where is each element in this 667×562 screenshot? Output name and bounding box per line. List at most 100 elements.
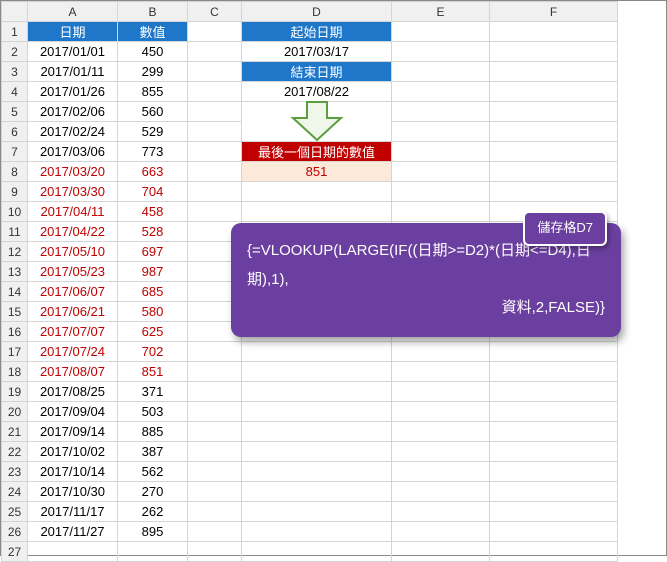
- cell-A3[interactable]: 2017/01/11: [28, 62, 118, 82]
- cell-E27[interactable]: [392, 542, 490, 562]
- cell-D17[interactable]: [242, 342, 392, 362]
- cell-A18[interactable]: 2017/08/07: [28, 362, 118, 382]
- cell-F1[interactable]: [490, 22, 618, 42]
- cell-A9[interactable]: 2017/03/30: [28, 182, 118, 202]
- cell-C6[interactable]: [188, 122, 242, 142]
- cell-D26[interactable]: [242, 522, 392, 542]
- cell-C5[interactable]: [188, 102, 242, 122]
- cell-D9[interactable]: [242, 182, 392, 202]
- cell-C10[interactable]: [188, 202, 242, 222]
- cell-B17[interactable]: 702: [118, 342, 188, 362]
- cell-A20[interactable]: 2017/09/04: [28, 402, 118, 422]
- cell-F6[interactable]: [490, 122, 618, 142]
- cell-D7[interactable]: 最後一個日期的數值: [242, 142, 392, 162]
- cell-C7[interactable]: [188, 142, 242, 162]
- col-header-F[interactable]: F: [490, 2, 618, 22]
- row-header-10[interactable]: 10: [2, 202, 28, 222]
- cell-E23[interactable]: [392, 462, 490, 482]
- cell-C17[interactable]: [188, 342, 242, 362]
- row-header-12[interactable]: 12: [2, 242, 28, 262]
- cell-B22[interactable]: 387: [118, 442, 188, 462]
- cell-F18[interactable]: [490, 362, 618, 382]
- cell-F26[interactable]: [490, 522, 618, 542]
- cell-F17[interactable]: [490, 342, 618, 362]
- cell-F2[interactable]: [490, 42, 618, 62]
- cell-C24[interactable]: [188, 482, 242, 502]
- cell-C3[interactable]: [188, 62, 242, 82]
- cell-A1[interactable]: 日期: [28, 22, 118, 42]
- cell-E26[interactable]: [392, 522, 490, 542]
- cell-B4[interactable]: 855: [118, 82, 188, 102]
- cell-A23[interactable]: 2017/10/14: [28, 462, 118, 482]
- cell-B10[interactable]: 458: [118, 202, 188, 222]
- col-header-B[interactable]: B: [118, 2, 188, 22]
- cell-A22[interactable]: 2017/10/02: [28, 442, 118, 462]
- row-header-27[interactable]: 27: [2, 542, 28, 562]
- cell-B6[interactable]: 529: [118, 122, 188, 142]
- cell-E10[interactable]: [392, 202, 490, 222]
- cell-A10[interactable]: 2017/04/11: [28, 202, 118, 222]
- cell-E21[interactable]: [392, 422, 490, 442]
- row-header-11[interactable]: 11: [2, 222, 28, 242]
- row-header-25[interactable]: 25: [2, 502, 28, 522]
- cell-F19[interactable]: [490, 382, 618, 402]
- row-header-8[interactable]: 8: [2, 162, 28, 182]
- cell-A17[interactable]: 2017/07/24: [28, 342, 118, 362]
- cell-C26[interactable]: [188, 522, 242, 542]
- cell-C1[interactable]: [188, 22, 242, 42]
- col-header-A[interactable]: A: [28, 2, 118, 22]
- cell-B18[interactable]: 851: [118, 362, 188, 382]
- cell-B19[interactable]: 371: [118, 382, 188, 402]
- row-header-6[interactable]: 6: [2, 122, 28, 142]
- cell-C21[interactable]: [188, 422, 242, 442]
- cell-D6[interactable]: [242, 122, 392, 142]
- cell-C27[interactable]: [188, 542, 242, 562]
- cell-A16[interactable]: 2017/07/07: [28, 322, 118, 342]
- cell-D5[interactable]: [242, 102, 392, 122]
- cell-D19[interactable]: [242, 382, 392, 402]
- cell-E25[interactable]: [392, 502, 490, 522]
- cell-D24[interactable]: [242, 482, 392, 502]
- cell-E4[interactable]: [392, 82, 490, 102]
- cell-B15[interactable]: 580: [118, 302, 188, 322]
- cell-B25[interactable]: 262: [118, 502, 188, 522]
- cell-A11[interactable]: 2017/04/22: [28, 222, 118, 242]
- cell-B12[interactable]: 697: [118, 242, 188, 262]
- cell-D18[interactable]: [242, 362, 392, 382]
- cell-E24[interactable]: [392, 482, 490, 502]
- cell-C19[interactable]: [188, 382, 242, 402]
- row-header-24[interactable]: 24: [2, 482, 28, 502]
- cell-C22[interactable]: [188, 442, 242, 462]
- row-header-7[interactable]: 7: [2, 142, 28, 162]
- cell-F25[interactable]: [490, 502, 618, 522]
- cell-A7[interactable]: 2017/03/06: [28, 142, 118, 162]
- cell-E22[interactable]: [392, 442, 490, 462]
- select-all-corner[interactable]: [2, 2, 28, 22]
- cell-F27[interactable]: [490, 542, 618, 562]
- row-header-23[interactable]: 23: [2, 462, 28, 482]
- cell-A21[interactable]: 2017/09/14: [28, 422, 118, 442]
- cell-A15[interactable]: 2017/06/21: [28, 302, 118, 322]
- cell-A5[interactable]: 2017/02/06: [28, 102, 118, 122]
- cell-C23[interactable]: [188, 462, 242, 482]
- row-header-3[interactable]: 3: [2, 62, 28, 82]
- cell-B20[interactable]: 503: [118, 402, 188, 422]
- cell-D2[interactable]: 2017/03/17: [242, 42, 392, 62]
- cell-B1[interactable]: 數值: [118, 22, 188, 42]
- cell-B8[interactable]: 663: [118, 162, 188, 182]
- cell-A2[interactable]: 2017/01/01: [28, 42, 118, 62]
- cell-A26[interactable]: 2017/11/27: [28, 522, 118, 542]
- row-header-2[interactable]: 2: [2, 42, 28, 62]
- cell-D25[interactable]: [242, 502, 392, 522]
- cell-D4[interactable]: 2017/08/22: [242, 82, 392, 102]
- cell-F8[interactable]: [490, 162, 618, 182]
- cell-E7[interactable]: [392, 142, 490, 162]
- cell-D10[interactable]: [242, 202, 392, 222]
- cell-B24[interactable]: 270: [118, 482, 188, 502]
- cell-B5[interactable]: 560: [118, 102, 188, 122]
- cell-A14[interactable]: 2017/06/07: [28, 282, 118, 302]
- cell-B23[interactable]: 562: [118, 462, 188, 482]
- cell-A24[interactable]: 2017/10/30: [28, 482, 118, 502]
- cell-A19[interactable]: 2017/08/25: [28, 382, 118, 402]
- cell-C4[interactable]: [188, 82, 242, 102]
